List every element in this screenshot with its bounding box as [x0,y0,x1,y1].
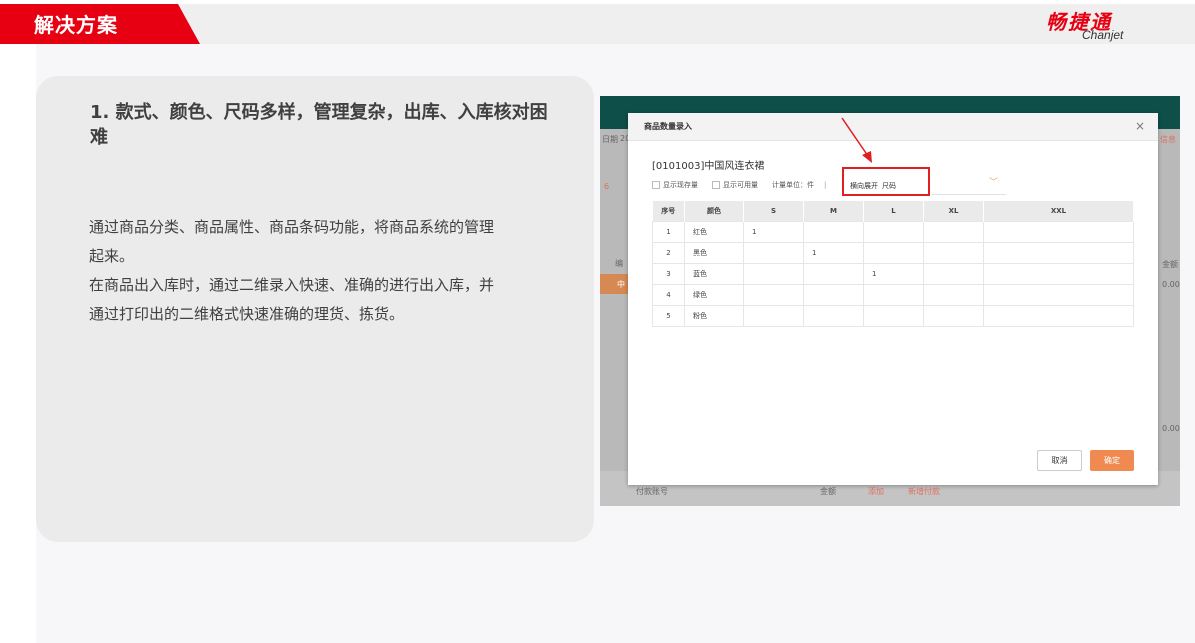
separator: | [824,181,827,189]
color-cell: 粉色 [684,304,744,327]
card-paragraph-2: 在商品出入库时，通过二维录入快速、准确的进行出入库，并通过打印出的二维格式快速准… [89,276,495,323]
qty-cell[interactable] [923,241,984,264]
dialog-header [628,113,1158,141]
show-available-label: 显示可用量 [723,181,758,189]
qty-cell[interactable] [983,283,1134,306]
table-row: 4 绿色 [652,283,1134,306]
qty-cell[interactable] [803,283,864,306]
app-date-label: 日期 [602,135,618,144]
qty-cell[interactable]: 1 [863,262,924,285]
checkbox-icon[interactable] [712,181,720,189]
row-index: 5 [652,304,685,327]
row-index: 4 [652,283,685,306]
app-right-amount-header: 金额 [1162,260,1178,269]
column-header: M [803,201,864,221]
color-cell: 绿色 [684,283,744,306]
app-left-header: 编 [615,259,623,268]
qty-cell[interactable] [923,262,984,285]
card-paragraph-1: 通过商品分类、商品属性、商品条码功能，将商品系统的管理起来。 [89,218,495,265]
qty-cell[interactable] [863,304,924,327]
qty-cell[interactable] [983,262,1134,285]
column-header: L [863,201,924,221]
color-cell: 黑色 [684,241,744,264]
checkbox-icon[interactable] [652,181,660,189]
table-row: 1 红色 1 [652,220,1134,243]
qty-cell[interactable] [923,283,984,306]
dialog-title: 商品数量录入 [644,122,692,131]
table-row: 5 粉色 [652,304,1134,327]
qty-cell[interactable] [983,304,1134,327]
quantity-grid: 序号 颜色 S M L XL XXL 1 红色 1 2 黑色 1 3 蓝色 1 … [652,201,1134,327]
app-left-row: 中 [617,280,625,289]
header-bar [150,4,1195,44]
qty-cell[interactable] [863,220,924,243]
qty-cell[interactable] [743,304,804,327]
qty-cell[interactable] [923,220,984,243]
expand-value: 尺码 [882,182,896,190]
product-name: [0101003]中国风连衣裙 [652,161,765,172]
color-cell: 蓝色 [684,262,744,285]
app-payment-amount: 金额 [820,487,836,496]
qty-cell[interactable] [863,283,924,306]
qty-cell[interactable] [743,283,804,306]
table-row: 2 黑色 1 [652,241,1134,264]
qty-cell[interactable] [923,304,984,327]
app-right-info: 信息 [1160,135,1176,144]
column-header: 颜色 [684,201,744,221]
show-available-checkbox[interactable]: 显示可用量 [712,180,758,190]
card-title: 1. 款式、颜色、尺码多样，管理复杂，出库、入库核对困难 [90,102,548,148]
app-new-payment-button[interactable]: 新增付款 [908,486,940,497]
unit-label: 计量单位：件 [772,181,814,189]
show-stock-label: 显示现存量 [663,181,698,189]
confirm-button[interactable]: 确定 [1090,450,1134,471]
qty-cell[interactable] [803,220,864,243]
dialog-options: 显示现存量 显示可用量 计量单位：件 | [652,178,832,192]
chevron-down-icon[interactable]: ﹀ [989,175,998,188]
expand-label: 横向展开 [850,182,878,190]
quantity-entry-dialog: 商品数量录入 × [0101003]中国风连衣裙 显示现存量 显示可用量 计量单… [628,113,1158,485]
qty-cell[interactable] [803,262,864,285]
qty-cell[interactable] [983,220,1134,243]
cancel-button[interactable]: 取消 [1037,450,1082,471]
qty-cell[interactable] [803,304,864,327]
column-header: S [743,201,804,221]
app-right-amount: 0.00 [1162,280,1180,289]
table-row: 3 蓝色 1 [652,262,1134,285]
brand-logo-subtext: Chanjet [1082,28,1124,42]
expand-select[interactable]: 横向展开 尺码 [850,181,896,191]
qty-cell[interactable] [983,241,1134,264]
card-body: 通过商品分类、商品属性、商品条码功能，将商品系统的管理起来。 在商品出入库时，通… [89,213,504,329]
column-header: XXL [983,201,1134,221]
qty-cell[interactable]: 1 [803,241,864,264]
app-payment-account: 付款账号 [636,487,668,496]
grid-header-row: 序号 颜色 S M L XL XXL [652,201,1134,221]
select-underline [932,194,1006,195]
row-index: 3 [652,262,685,285]
qty-cell[interactable]: 1 [743,220,804,243]
app-right-total: 0.00 [1162,424,1180,433]
page-title: 解决方案 [34,13,118,37]
qty-cell[interactable] [743,262,804,285]
color-cell: 红色 [684,220,744,243]
close-icon[interactable]: × [1135,119,1145,133]
qty-cell[interactable] [743,241,804,264]
row-index: 2 [652,241,685,264]
column-header: XL [923,201,984,221]
app-add-link[interactable]: 添加 [868,486,884,497]
show-stock-checkbox[interactable]: 显示现存量 [652,180,698,190]
qty-cell[interactable] [863,241,924,264]
column-header: 序号 [652,201,685,221]
app-left-number: 6 [604,182,610,191]
row-index: 1 [652,220,685,243]
